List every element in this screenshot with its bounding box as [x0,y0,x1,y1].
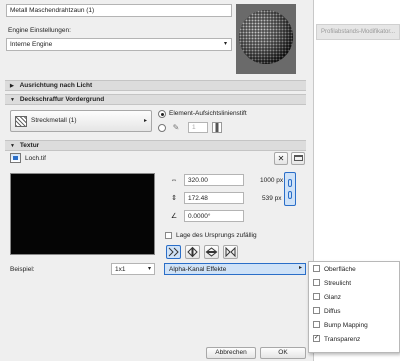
fill-name-label: Streckmetall (1) [31,117,77,124]
radio-pen-override[interactable] [158,124,166,132]
texture-mirror-y-button[interactable] [204,245,219,259]
example-zoom-value: 1x1 [115,266,126,273]
mirror-x-icon [187,246,198,258]
section-textur[interactable]: ▼ Textur [5,140,306,151]
section-deckschraffur[interactable]: ▼ Deckschraffur Vordergrund [5,94,306,105]
section-ausrichtung-label: Ausrichtung nach Licht [19,82,93,89]
example-label: Beispiel: [10,266,35,273]
checkbox-transparenz[interactable]: ✓ [313,334,320,342]
profile-modifier-tab-label: Profilabstands-Modifikator... [321,29,396,35]
checkmark-icon: ✓ [314,334,320,341]
texture-height-px: 539 px [262,195,282,202]
random-origin-checkbox[interactable] [165,232,172,239]
alpha-effects-menu: Oberfläche Streulicht Glanz Diffus Bump … [308,261,400,353]
chevron-right-icon: ▸ [143,118,147,124]
checkbox-streulicht[interactable] [313,278,320,286]
mirror-none-icon [168,247,179,257]
remove-texture-button[interactable]: ✕ [274,152,288,165]
texture-width-px: 1000 px [260,177,284,184]
menu-item-streulicht[interactable]: Streulicht [313,278,351,290]
mirror-xy-icon [225,246,236,258]
section-ausrichtung[interactable]: ▶ Ausrichtung nach Licht [5,80,306,91]
menu-item-transparenz[interactable]: ✓ Transparenz [313,334,360,346]
texture-angle-field[interactable]: 0.0000° [184,210,244,222]
engine-label: Engine Einstellungen: [8,27,71,34]
aspect-lock-chain-icon[interactable] [284,172,296,206]
alpha-channel-effects-select[interactable]: Alpha-Kanal Effekte ▸ [164,263,306,275]
checkbox-glanz[interactable] [313,292,320,300]
menu-item-label: Transparenz [324,336,361,343]
mirror-y-icon [205,247,218,257]
chevron-down-icon: ▾ [147,266,151,272]
radio-element-pen-label: Element-Aufsichtslinienstift [169,110,247,117]
menu-item-label: Diffus [324,308,341,315]
checkbox-oberflaeche[interactable] [313,264,320,272]
random-origin-label: Lage des Ursprungs zufällig [176,232,257,239]
texture-mirror-xy-button[interactable] [223,245,238,259]
texture-file-icon [10,153,21,163]
hatch-pattern-icon [15,116,27,127]
texture-width-field[interactable]: 320.00 [184,174,244,186]
menu-item-label: Glanz [324,294,341,301]
menu-item-label: Oberfläche [324,266,356,273]
menu-item-oberflaeche[interactable]: Oberfläche [313,264,356,276]
chevron-right-icon: ▸ [298,265,302,271]
radio-element-pen[interactable] [158,110,166,118]
section-textur-label: Textur [19,142,40,149]
pen-color-swatch[interactable] [212,122,222,133]
chevron-down-icon: ▾ [223,41,227,47]
fill-type-selector[interactable]: Streckmetall (1) ▸ [10,110,152,132]
cancel-button[interactable]: Abbrechen [206,347,256,359]
example-zoom-select[interactable]: 1x1 ▾ [111,263,155,275]
section-deckschraffur-label: Deckschraffur Vordergrund [19,96,105,103]
checkbox-bump-mapping[interactable] [313,320,320,328]
texture-file-name: Loch.tif [25,155,46,162]
texture-height-field[interactable]: 172.48 [184,192,244,204]
material-preview-image [236,4,296,74]
texture-mirror-none-button[interactable] [166,245,181,259]
engine-select-value: Interne Engine [10,41,53,48]
material-name-field[interactable]: Metall Maschendrahtzaun (1) [6,4,232,17]
menu-item-bump-mapping[interactable]: Bump Mapping [313,320,368,332]
profile-modifier-tab[interactable]: Profilabstands-Modifikator... [316,24,400,40]
texture-width-icon: ⇔ [170,176,178,184]
texture-mirror-x-button[interactable] [185,245,200,259]
pen-number-field[interactable]: 1 [188,122,208,133]
texture-height-icon: ⇕ [171,195,177,202]
pen-icon: ✎ [172,123,180,132]
menu-item-label: Streulicht [324,280,352,287]
triangle-right-icon: ▶ [10,83,14,89]
engine-select[interactable]: Interne Engine ▾ [6,38,232,51]
checkbox-diffus[interactable] [313,306,320,314]
triangle-down-icon: ▼ [10,97,15,103]
menu-item-glanz[interactable]: Glanz [313,292,341,304]
folder-icon [293,155,303,161]
texture-preview [10,173,155,255]
menu-item-diffus[interactable]: Diffus [313,306,341,318]
ok-button[interactable]: OK [260,347,306,359]
material-settings-dialog: Metall Maschendrahtzaun (1) Engine Einst… [0,0,314,361]
menu-item-label: Bump Mapping [324,322,368,329]
texture-angle-icon: ∠ [170,213,178,220]
alpha-channel-effects-label: Alpha-Kanal Effekte [169,266,227,273]
open-folder-button[interactable] [291,152,305,165]
triangle-down-icon: ▼ [10,143,15,149]
